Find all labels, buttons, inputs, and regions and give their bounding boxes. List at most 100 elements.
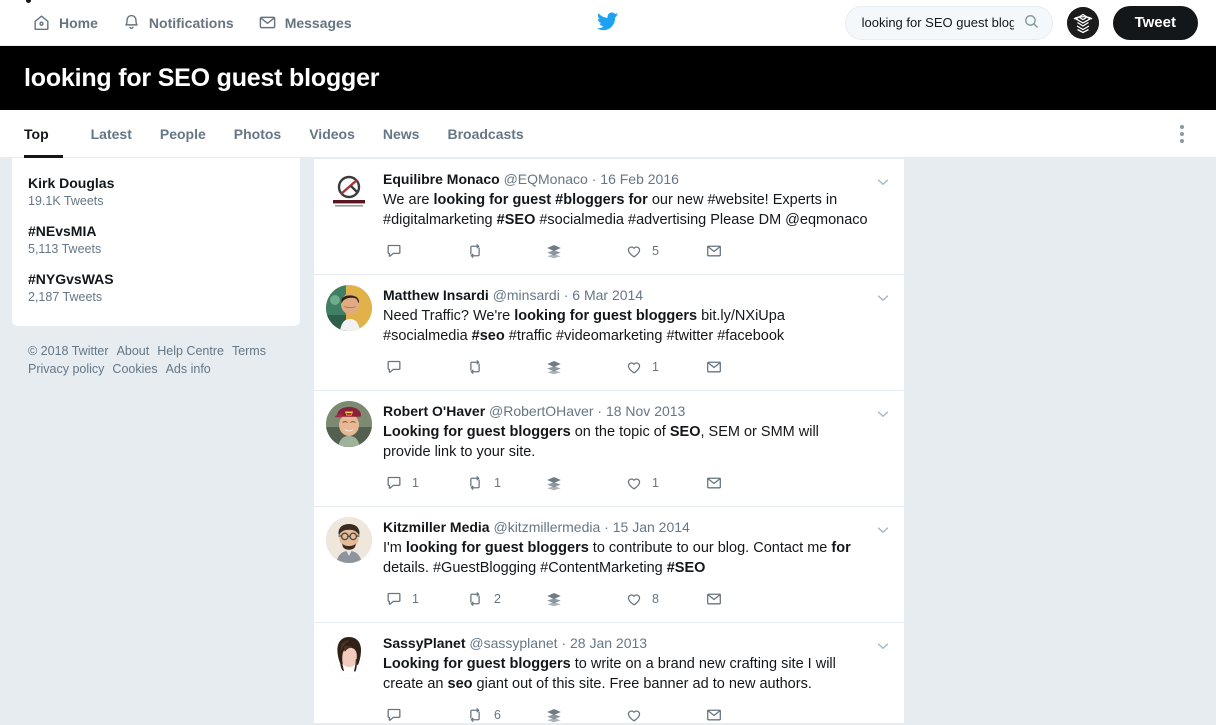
retweet-icon[interactable]: 2: [465, 590, 545, 608]
tweet-author-handle[interactable]: @minsardi: [493, 287, 560, 303]
tweet-item[interactable]: SassyPlanet @sassyplanet · 28 Jan 2013 L…: [314, 623, 904, 723]
avatar-equilibre-monaco[interactable]: [326, 169, 372, 215]
nav-item-notifications[interactable]: Notifications: [112, 7, 244, 38]
heart-icon[interactable]: 5: [625, 242, 705, 260]
tab-broadcasts[interactable]: Broadcasts: [433, 110, 537, 157]
tab-news[interactable]: News: [369, 110, 434, 157]
tweet-date[interactable]: 18 Nov 2013: [606, 403, 685, 419]
tab-label-top: Top: [24, 125, 49, 142]
footer-link-privacy-policy[interactable]: Privacy policy: [28, 362, 104, 376]
trends-card: 1,202 Tweets Kirk Douglas 19.1K Tweets #…: [12, 158, 300, 326]
retweet-icon[interactable]: [465, 242, 545, 260]
retweet-icon[interactable]: 1: [465, 474, 545, 492]
footer-link-about[interactable]: About: [117, 344, 150, 358]
heart-icon[interactable]: 8: [625, 590, 705, 608]
trend-item[interactable]: Kirk Douglas 19.1K Tweets: [12, 168, 300, 216]
nav-item-home[interactable]: Home: [22, 0, 108, 38]
footer-link-cookies[interactable]: Cookies: [112, 362, 157, 376]
tweet-date[interactable]: 16 Feb 2016: [600, 171, 679, 187]
tweet-author-name[interactable]: Matthew Insardi: [383, 287, 489, 303]
trend-name: #NYGvsWAS: [28, 271, 114, 287]
direct-message-icon[interactable]: [705, 242, 785, 260]
tweet-content: SassyPlanet @sassyplanet · 28 Jan 2013 L…: [383, 633, 892, 723]
tweet-text: Looking for guest bloggers on the topic …: [383, 424, 819, 460]
trend-item[interactable]: #NYGvsWAS 2,187 Tweets: [12, 264, 300, 312]
tweet-header: Matthew Insardi @minsardi · 6 Mar 2014: [383, 285, 868, 305]
tweet-button[interactable]: Tweet: [1112, 5, 1198, 40]
tweet-author-handle[interactable]: @RobertOHaver: [489, 403, 593, 419]
heart-icon[interactable]: 1: [625, 358, 705, 376]
tweet-author-handle[interactable]: @kitzmillermedia: [493, 519, 600, 535]
left-sidebar: 1,202 Tweets Kirk Douglas 19.1K Tweets #…: [0, 158, 300, 378]
footer-link-help-centre[interactable]: Help Centre: [157, 344, 224, 358]
bell-icon: [122, 13, 141, 32]
avatar-matthew-insardi[interactable]: [326, 285, 372, 331]
tweet-actions: 1: [383, 354, 868, 380]
trend-item[interactable]: 1,202 Tweets: [12, 158, 300, 168]
heart-icon[interactable]: 1: [625, 474, 705, 492]
tweet-actions: 6: [383, 702, 868, 723]
reply-icon[interactable]: [385, 358, 465, 376]
right-column: [905, 158, 1216, 723]
nav-item-messages[interactable]: Messages: [248, 7, 362, 38]
chevron-down-icon[interactable]: [874, 637, 892, 655]
tweet-author-name[interactable]: Kitzmiller Media: [383, 519, 490, 535]
tab-videos[interactable]: Videos: [295, 110, 369, 157]
chevron-down-icon[interactable]: [874, 405, 892, 423]
analytics-icon[interactable]: [545, 242, 625, 260]
search-input[interactable]: [861, 15, 1014, 30]
retweet-icon[interactable]: 6: [465, 706, 545, 723]
tab-top[interactable]: Top: [24, 110, 63, 158]
tweet-item[interactable]: Robert O'Haver @RobertOHaver · 18 Nov 20…: [314, 391, 904, 507]
tweet-author-name[interactable]: SassyPlanet: [383, 635, 466, 651]
tweet-content: Matthew Insardi @minsardi · 6 Mar 2014 N…: [383, 285, 892, 386]
trend-item[interactable]: #NEvsMIA 5,113 Tweets: [12, 216, 300, 264]
more-options-icon[interactable]: [1172, 110, 1192, 157]
avatar-kitzmiller-media[interactable]: [326, 517, 372, 563]
direct-message-icon[interactable]: [705, 590, 785, 608]
twitter-bird-logo[interactable]: [597, 11, 619, 34]
analytics-icon[interactable]: [545, 706, 625, 723]
reply-count: 1: [412, 592, 419, 606]
heart-icon[interactable]: [625, 706, 705, 723]
tweet-author-handle[interactable]: @EQMonaco: [504, 171, 588, 187]
reply-icon[interactable]: [385, 706, 465, 723]
search-icon[interactable]: [1023, 13, 1040, 33]
footer-link-ads-info[interactable]: Ads info: [166, 362, 211, 376]
timeline-column: Equilibre Monaco @EQMonaco · 16 Feb 2016…: [313, 158, 905, 723]
direct-message-icon[interactable]: [705, 474, 785, 492]
tab-photos[interactable]: Photos: [220, 110, 295, 157]
like-count: 1: [652, 476, 659, 490]
tab-latest[interactable]: Latest: [77, 110, 146, 157]
avatar[interactable]: [1066, 6, 1099, 39]
tweet-item[interactable]: Equilibre Monaco @EQMonaco · 16 Feb 2016…: [314, 158, 904, 275]
tweet-text: Need Traffic? We're looking for guest bl…: [383, 308, 785, 344]
analytics-icon[interactable]: [545, 358, 625, 376]
chevron-down-icon[interactable]: [874, 521, 892, 539]
footer-link-terms[interactable]: Terms: [232, 344, 266, 358]
tweet-item[interactable]: Matthew Insardi @minsardi · 6 Mar 2014 N…: [314, 275, 904, 391]
tab-people[interactable]: People: [146, 110, 220, 157]
search-box[interactable]: [844, 5, 1053, 40]
direct-message-icon[interactable]: [705, 706, 785, 723]
avatar-robert-ohaver[interactable]: [326, 401, 372, 447]
tweet-item[interactable]: Kitzmiller Media @kitzmillermedia · 15 J…: [314, 507, 904, 623]
tab-label-latest: Latest: [90, 125, 132, 142]
tweet-date[interactable]: 6 Mar 2014: [572, 287, 643, 303]
analytics-icon[interactable]: [545, 590, 625, 608]
chevron-down-icon[interactable]: [874, 289, 892, 307]
retweet-icon[interactable]: [465, 358, 545, 376]
reply-icon[interactable]: 1: [385, 474, 465, 492]
tweet-header: Kitzmiller Media @kitzmillermedia · 15 J…: [383, 517, 868, 537]
avatar-sassyplanet[interactable]: [326, 633, 372, 679]
tweet-author-name[interactable]: Equilibre Monaco: [383, 171, 500, 187]
chevron-down-icon[interactable]: [874, 173, 892, 191]
direct-message-icon[interactable]: [705, 358, 785, 376]
tweet-author-handle[interactable]: @sassyplanet: [469, 635, 557, 651]
reply-icon[interactable]: [385, 242, 465, 260]
reply-icon[interactable]: 1: [385, 590, 465, 608]
tweet-date[interactable]: 15 Jan 2014: [613, 519, 690, 535]
tweet-date[interactable]: 28 Jan 2013: [570, 635, 647, 651]
analytics-icon[interactable]: [545, 474, 625, 492]
tweet-author-name[interactable]: Robert O'Haver: [383, 403, 485, 419]
